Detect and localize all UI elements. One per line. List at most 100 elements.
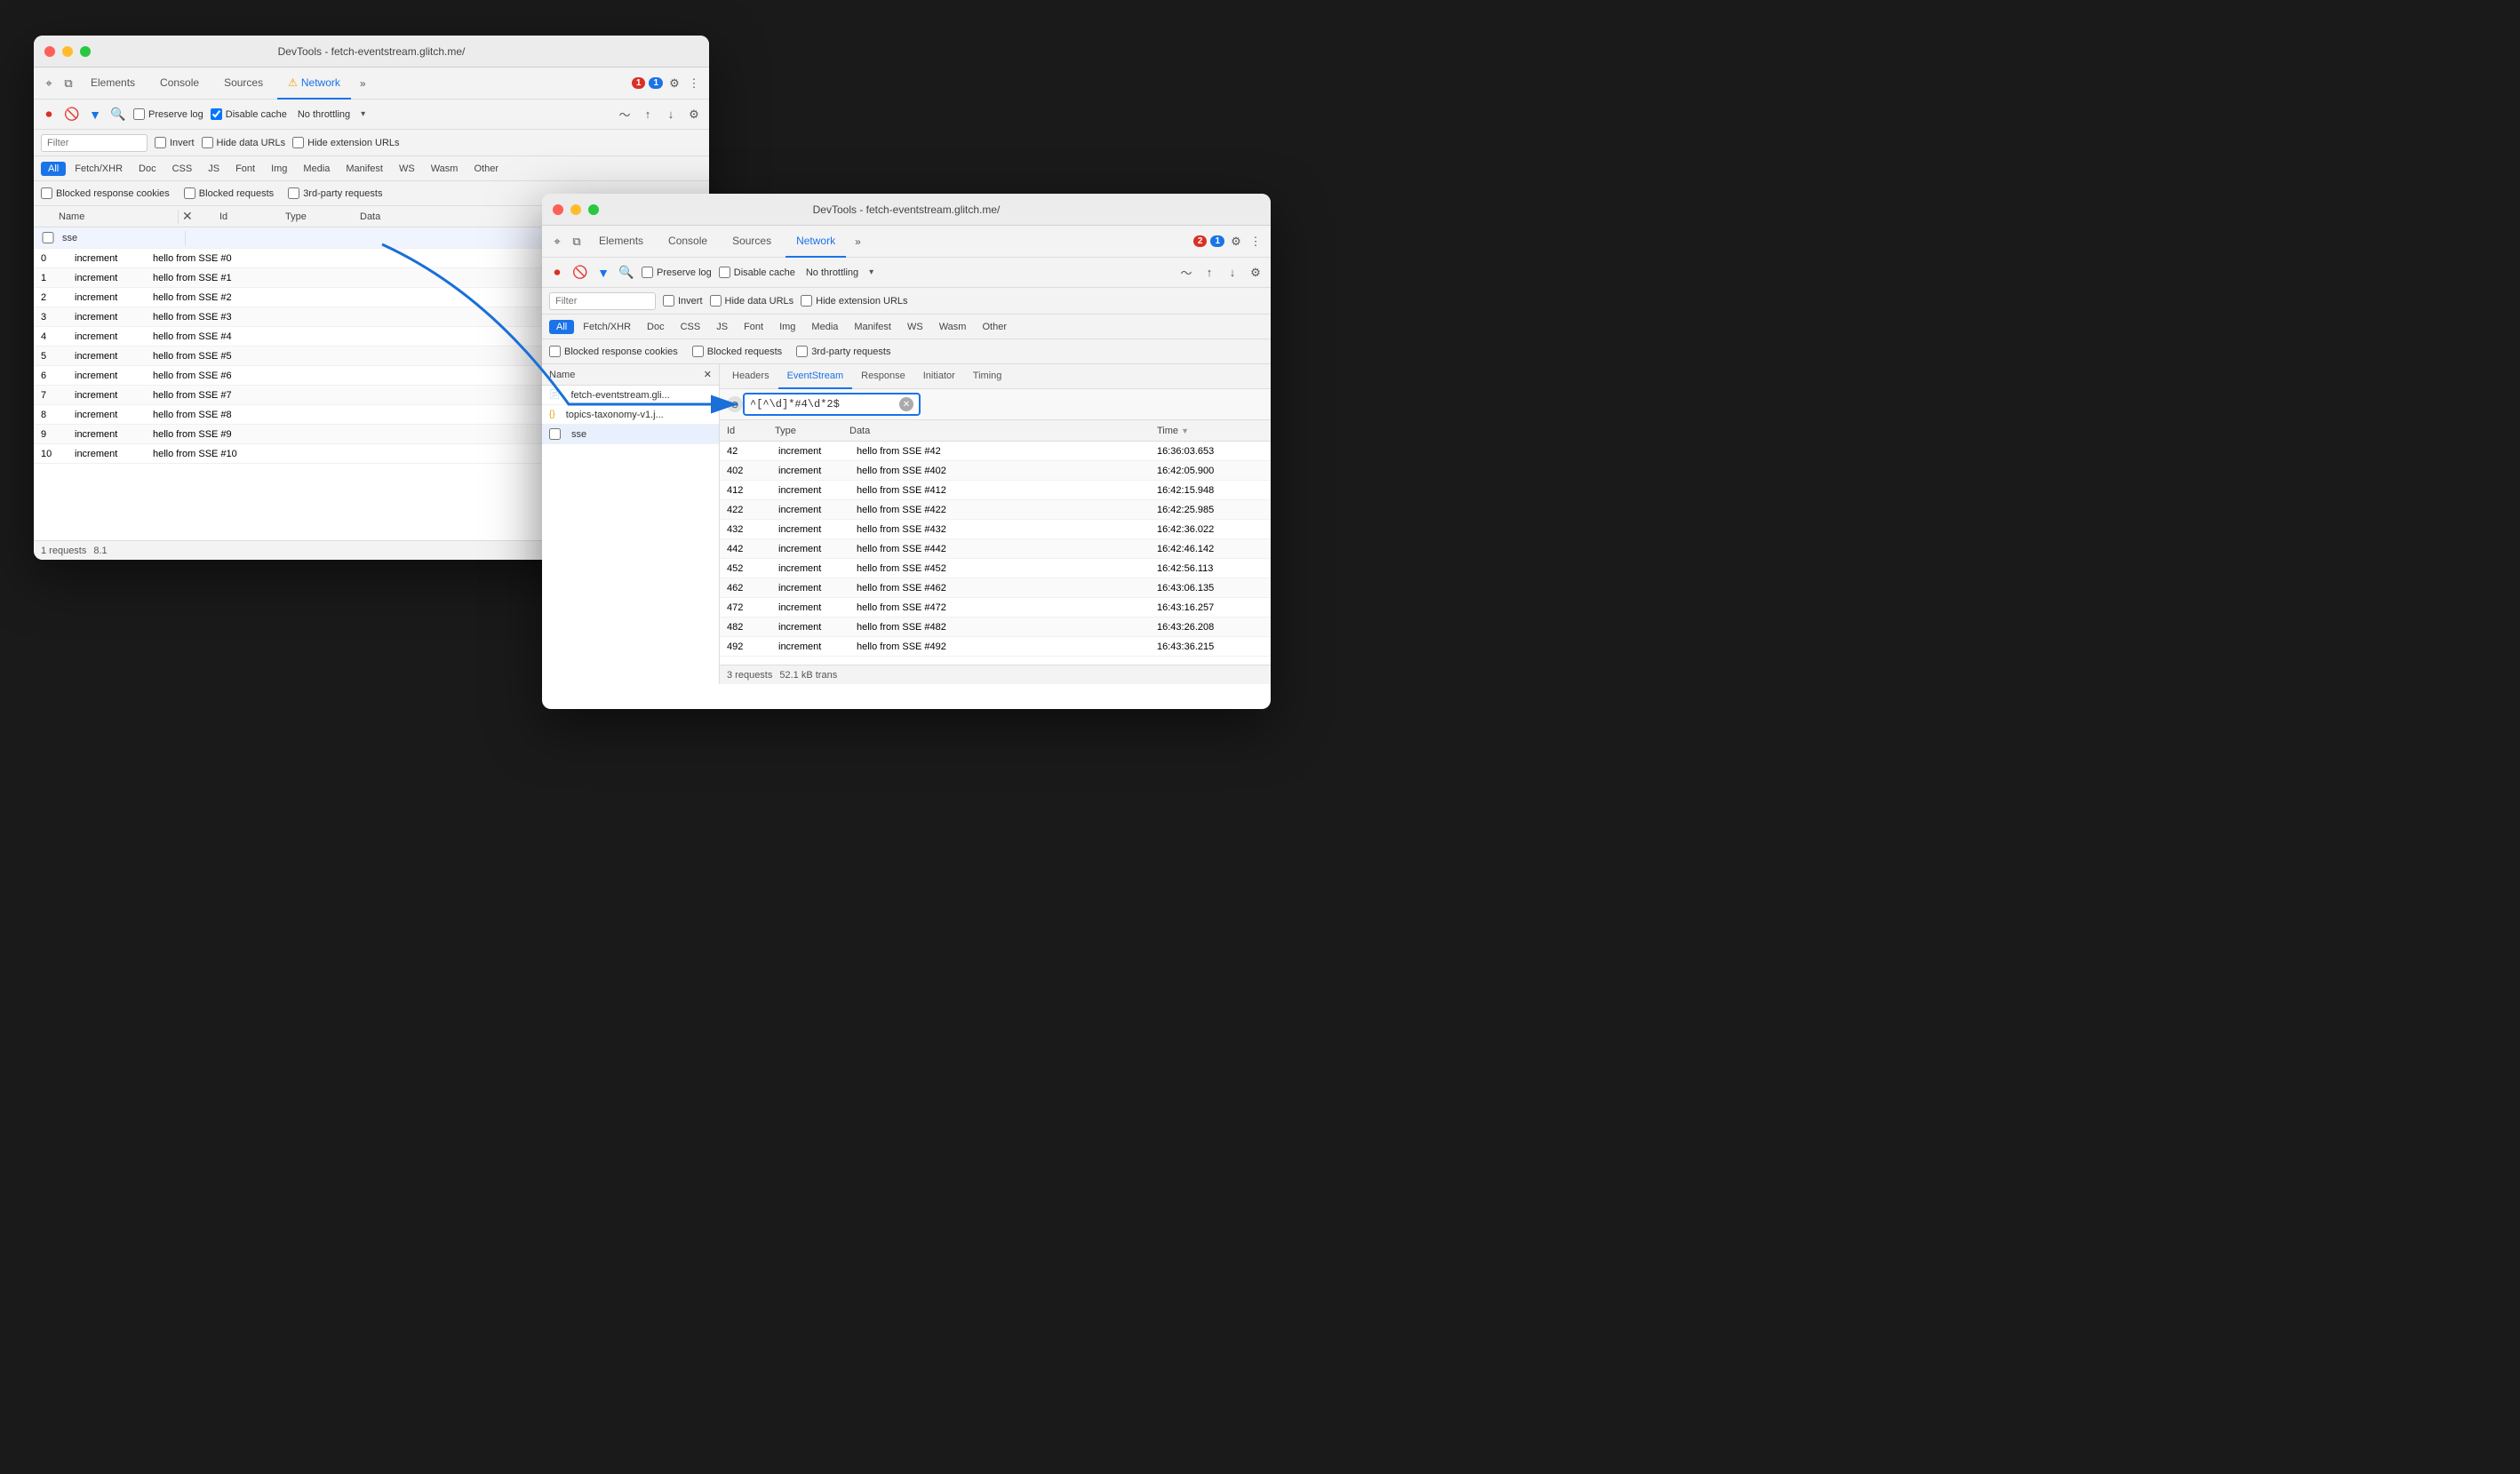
- stop-btn-2[interactable]: ⏺: [549, 265, 565, 281]
- disable-cache-cb-2[interactable]: [719, 267, 730, 278]
- type-css-1[interactable]: CSS: [165, 162, 200, 176]
- id-col-header-1[interactable]: Id: [219, 211, 282, 222]
- filter-input-2[interactable]: [549, 292, 656, 310]
- layers-icon-2[interactable]: ⧉: [569, 234, 585, 250]
- type-media-2[interactable]: Media: [804, 320, 845, 334]
- type-manifest-1[interactable]: Manifest: [339, 162, 390, 176]
- close-col-1[interactable]: ✕: [182, 209, 209, 224]
- type-js-2[interactable]: JS: [709, 320, 735, 334]
- preserve-log-label-1[interactable]: Preserve log: [133, 108, 203, 120]
- headers-tab-2[interactable]: Headers: [723, 364, 778, 389]
- layers-icon-1[interactable]: ⧉: [60, 76, 76, 92]
- disable-cache-label-1[interactable]: Disable cache: [211, 108, 287, 120]
- tab-elements-2[interactable]: Elements: [588, 226, 654, 258]
- stream-row-422[interactable]: 422 increment hello from SSE #422 16:42:…: [720, 500, 1271, 520]
- third-party-cb-1[interactable]: 3rd-party requests: [288, 187, 382, 199]
- tab-console-2[interactable]: Console: [658, 226, 718, 258]
- cursor-icon-1[interactable]: ⌖: [41, 76, 57, 92]
- type-doc-1[interactable]: Doc: [132, 162, 163, 176]
- maximize-button-1[interactable]: [80, 46, 91, 57]
- download-icon-2[interactable]: ↓: [1224, 265, 1240, 281]
- minimize-button-2[interactable]: [570, 204, 581, 215]
- stream-row-412[interactable]: 412 increment hello from SSE #412 16:42:…: [720, 481, 1271, 500]
- invert-cb-1[interactable]: Invert: [155, 137, 195, 148]
- cursor-icon-2[interactable]: ⌖: [549, 234, 565, 250]
- upload-icon-2[interactable]: ↑: [1201, 265, 1217, 281]
- type-all-2[interactable]: All: [549, 320, 574, 334]
- type-wasm-2[interactable]: Wasm: [932, 320, 974, 334]
- stream-row-462[interactable]: 462 increment hello from SSE #462 16:43:…: [720, 578, 1271, 598]
- invert-cb-2[interactable]: Invert: [663, 295, 703, 307]
- tab-elements-1[interactable]: Elements: [80, 68, 146, 100]
- third-party-cb-2[interactable]: 3rd-party requests: [796, 346, 890, 357]
- filter-input-1[interactable]: [41, 134, 148, 152]
- settings-icon-1[interactable]: ⚙: [666, 76, 682, 92]
- blocked-requests-cb-1[interactable]: Blocked requests: [184, 187, 274, 199]
- type-ws-1[interactable]: WS: [392, 162, 422, 176]
- regex-clear-btn[interactable]: ✕: [899, 397, 913, 411]
- minimize-button-1[interactable]: [62, 46, 73, 57]
- request-row-topics[interactable]: {} topics-taxonomy-v1.j...: [542, 405, 719, 425]
- cancel-filter-icon[interactable]: ⊘: [727, 396, 743, 412]
- stream-row-492[interactable]: 492 increment hello from SSE #492 16:43:…: [720, 637, 1271, 657]
- preserve-log-cb-2[interactable]: [642, 267, 653, 278]
- stream-row-42[interactable]: 42 increment hello from SSE #42 16:36:03…: [720, 442, 1271, 461]
- download-icon-1[interactable]: ↓: [663, 107, 679, 123]
- type-media-1[interactable]: Media: [296, 162, 337, 176]
- eventstream-tab-2[interactable]: EventStream: [778, 364, 853, 389]
- sse-checkbox-1[interactable]: [41, 232, 55, 243]
- type-img-2[interactable]: Img: [772, 320, 802, 334]
- tab-sources-1[interactable]: Sources: [213, 68, 274, 100]
- preserve-log-cb-1[interactable]: [133, 108, 145, 120]
- sse-checkbox-2[interactable]: [549, 428, 561, 440]
- type-all-1[interactable]: All: [41, 162, 66, 176]
- type-js-1[interactable]: JS: [201, 162, 227, 176]
- disable-cache-label-2[interactable]: Disable cache: [719, 267, 795, 278]
- blocked-response-cb-2[interactable]: Blocked response cookies: [549, 346, 678, 357]
- request-row-sse[interactable]: sse: [542, 425, 719, 444]
- tab-network-2[interactable]: Network: [786, 226, 846, 258]
- tab-sources-2[interactable]: Sources: [722, 226, 782, 258]
- type-col-header-1[interactable]: Type: [285, 211, 356, 222]
- blocked-response-cb-1[interactable]: Blocked response cookies: [41, 187, 170, 199]
- settings-icon-2[interactable]: ⚙: [1228, 234, 1244, 250]
- request-row-fetch[interactable]: 📄 fetch-eventstream.gli...: [542, 386, 719, 405]
- stream-row-432[interactable]: 432 increment hello from SSE #432 16:42:…: [720, 520, 1271, 539]
- close-button-2[interactable]: [553, 204, 563, 215]
- initiator-tab-2[interactable]: Initiator: [914, 364, 964, 389]
- stream-row-442[interactable]: 442 increment hello from SSE #442 16:42:…: [720, 539, 1271, 559]
- regex-filter-input[interactable]: [750, 398, 896, 410]
- blocked-requests-cb-2[interactable]: Blocked requests: [692, 346, 782, 357]
- type-img-1[interactable]: Img: [264, 162, 294, 176]
- funnel-btn-2[interactable]: ▼: [595, 265, 611, 281]
- wifi-icon-1[interactable]: 〜: [617, 107, 633, 123]
- settings2-icon-2[interactable]: ⚙: [1248, 265, 1264, 281]
- more-icon-1[interactable]: ⋮: [686, 76, 702, 92]
- throttle-select-2[interactable]: No throttling: [802, 266, 862, 280]
- tab-network-1[interactable]: ⚠ Network: [277, 68, 351, 100]
- hide-data-urls-2[interactable]: Hide data URLs: [710, 295, 794, 307]
- type-ws-2[interactable]: WS: [900, 320, 930, 334]
- hide-ext-urls-1[interactable]: Hide extension URLs: [292, 137, 399, 148]
- search-btn-1[interactable]: 🔍: [110, 107, 126, 123]
- disable-cache-cb-1[interactable]: [211, 108, 222, 120]
- upload-icon-1[interactable]: ↑: [640, 107, 656, 123]
- type-fetch-1[interactable]: Fetch/XHR: [68, 162, 130, 176]
- type-font-2[interactable]: Font: [737, 320, 770, 334]
- type-fetch-2[interactable]: Fetch/XHR: [576, 320, 638, 334]
- stream-row-472[interactable]: 472 increment hello from SSE #472 16:43:…: [720, 598, 1271, 617]
- tab-console-1[interactable]: Console: [149, 68, 210, 100]
- close-button-1[interactable]: [44, 46, 55, 57]
- stop-btn-1[interactable]: ⏺: [41, 107, 57, 123]
- maximize-button-2[interactable]: [588, 204, 599, 215]
- preserve-log-label-2[interactable]: Preserve log: [642, 267, 712, 278]
- throttle-select-1[interactable]: No throttling: [294, 108, 354, 122]
- more-tabs-2[interactable]: »: [849, 226, 866, 258]
- funnel-btn-1[interactable]: ▼: [87, 107, 103, 123]
- hide-ext-urls-2[interactable]: Hide extension URLs: [801, 295, 907, 307]
- search-btn-2[interactable]: 🔍: [618, 265, 634, 281]
- name-col-header-1[interactable]: Name: [59, 211, 174, 222]
- clear-btn-1[interactable]: 🚫: [64, 107, 80, 123]
- type-manifest-2[interactable]: Manifest: [847, 320, 898, 334]
- wifi-icon-2[interactable]: 〜: [1178, 265, 1194, 281]
